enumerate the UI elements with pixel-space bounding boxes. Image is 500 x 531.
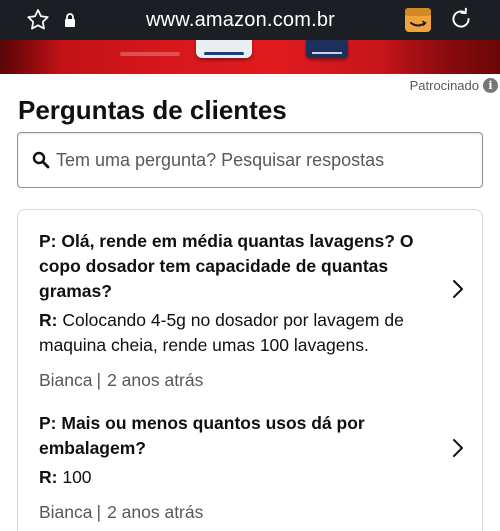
answer-meta: Bianca | 2 anos atrás xyxy=(39,370,204,390)
answer-text: R: 100 xyxy=(39,467,92,487)
answer-author: Bianca xyxy=(39,370,93,390)
lock-icon[interactable] xyxy=(62,6,78,34)
chevron-right-icon[interactable] xyxy=(450,277,466,301)
answer-author: Bianca xyxy=(39,502,93,522)
question-item[interactable]: P: Mais ou menos quantos usos dá por emb… xyxy=(39,411,449,525)
question-text: P: Mais ou menos quantos usos dá por emb… xyxy=(39,413,365,458)
sponsored-text: Patrocinado xyxy=(409,77,479,93)
answer-time: 2 anos atrás xyxy=(107,502,204,522)
banner-product-image xyxy=(196,40,252,58)
answer-text: R: Colocando 4-5g no dosador por lavagem… xyxy=(39,310,404,355)
question-item[interactable]: P: Olá, rende em média quantas lavagens?… xyxy=(39,229,449,393)
question-text: P: Olá, rende em média quantas lavagens?… xyxy=(39,231,414,301)
customer-questions-title: Perguntas de clientes xyxy=(18,95,287,125)
extension-icon[interactable] xyxy=(403,5,433,35)
reload-icon[interactable] xyxy=(447,5,475,33)
answer-meta: Bianca | 2 anos atrás xyxy=(39,502,204,522)
answer-time: 2 anos atrás xyxy=(107,370,204,390)
sponsored-banner-image[interactable] xyxy=(0,40,500,74)
sponsored-label: Patrocinado i xyxy=(410,76,500,94)
questions-list-card: P: Olá, rende em média quantas lavagens?… xyxy=(17,209,483,531)
browser-toolbar: www.amazon.com.br xyxy=(0,0,500,40)
search-icon xyxy=(32,151,50,169)
chevron-right-icon[interactable] xyxy=(450,436,466,460)
question-search-input[interactable] xyxy=(56,149,476,171)
banner-product-image xyxy=(306,40,348,58)
info-icon[interactable]: i xyxy=(483,77,498,93)
question-search-box[interactable] xyxy=(17,132,483,188)
star-icon[interactable] xyxy=(24,6,52,34)
address-bar-url[interactable]: www.amazon.com.br xyxy=(146,7,335,33)
